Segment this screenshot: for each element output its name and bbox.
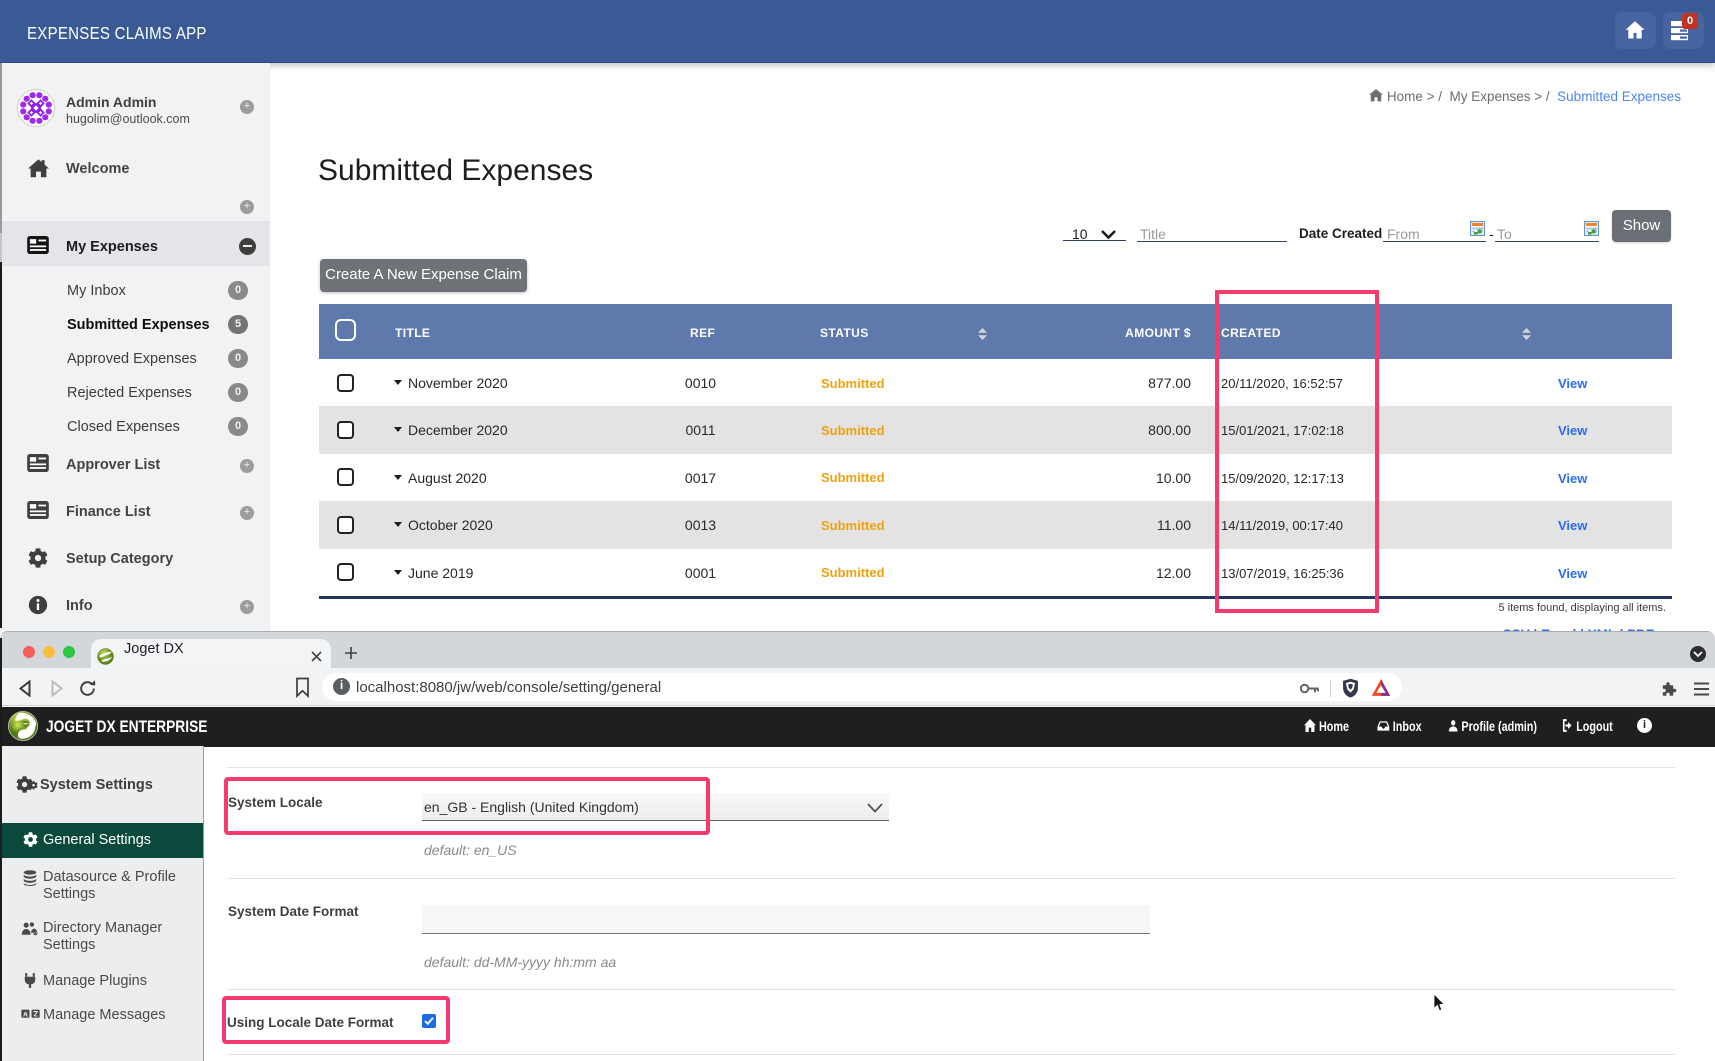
svg-text:A: A — [23, 1011, 28, 1018]
